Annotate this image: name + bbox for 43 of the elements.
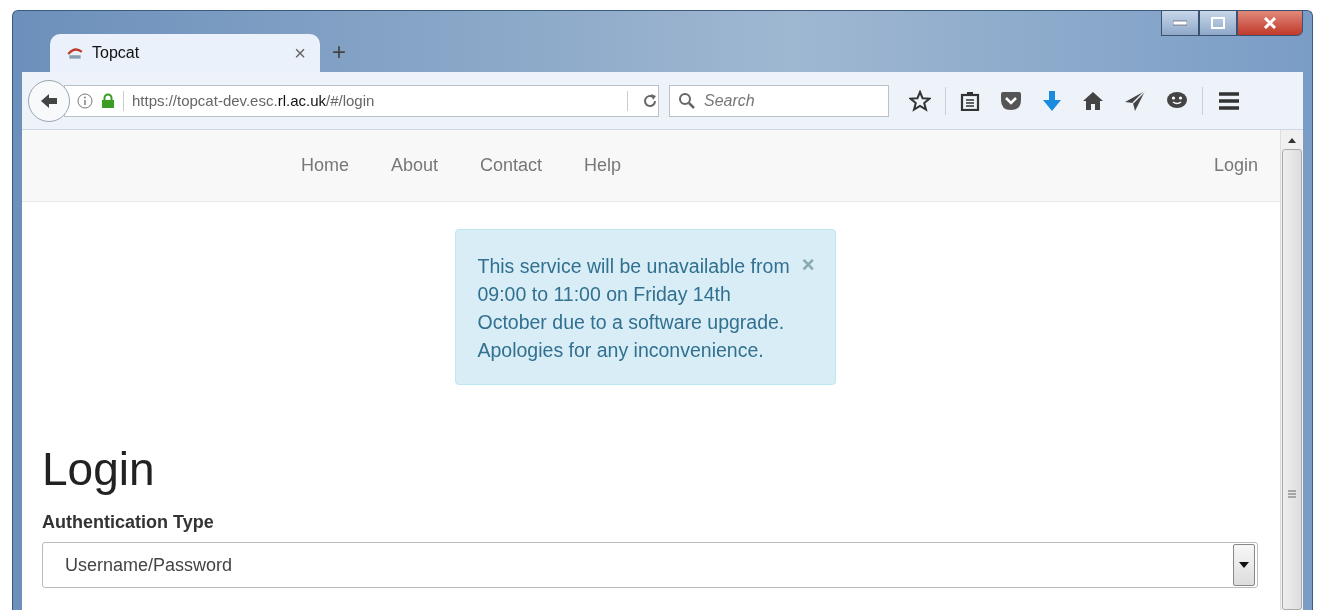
- minimize-button[interactable]: [1161, 10, 1199, 36]
- star-icon[interactable]: [909, 89, 931, 112]
- reload-icon[interactable]: [642, 92, 658, 109]
- paper-plane-icon[interactable]: [1124, 89, 1146, 112]
- minimize-icon: [1173, 20, 1187, 26]
- download-icon[interactable]: [1042, 89, 1062, 112]
- nav-link[interactable]: About: [391, 155, 439, 176]
- clipboard-icon[interactable]: [960, 90, 980, 111]
- scrollbar[interactable]: [1280, 130, 1303, 610]
- info-icon: [77, 92, 93, 109]
- grip-icon: [1288, 490, 1296, 498]
- login-link[interactable]: Login: [1213, 155, 1258, 176]
- authentication-select[interactable]: Username/Password: [42, 542, 1258, 588]
- search-field[interactable]: Search: [669, 84, 889, 117]
- field-label: Authentication Type: [42, 512, 215, 533]
- nav-link[interactable]: Home: [301, 155, 349, 176]
- alert-message: This service will be unavailable from 09:00 to 11:00 on Friday 14th October due to a software upgrade. Apologies for any inconvenience.: [477, 254, 791, 363]
- close-button[interactable]: [1237, 10, 1303, 36]
- scrollbar-thumb[interactable]: [1282, 149, 1302, 610]
- back-button[interactable]: [28, 79, 70, 122]
- close-tab-button[interactable]: ×: [294, 41, 306, 65]
- menu-icon[interactable]: [1217, 90, 1241, 111]
- nav-link[interactable]: Contact: [480, 155, 543, 176]
- lock-icon: [101, 92, 115, 109]
- browser-tab[interactable]: Topcat ×: [50, 34, 320, 72]
- page-heading: Login: [42, 442, 156, 497]
- scroll-up-icon[interactable]: [1288, 138, 1296, 143]
- dropdown-button[interactable]: [1233, 544, 1255, 586]
- back-arrow-icon: [39, 91, 59, 110]
- url-text: https://topcat-dev.esc.rl.ac.uk/#/login: [132, 92, 376, 109]
- caret-icon: [1239, 562, 1249, 568]
- maximize-button[interactable]: [1199, 10, 1237, 36]
- close-icon: [1262, 17, 1278, 29]
- chat-icon[interactable]: [1166, 90, 1188, 111]
- pocket-icon[interactable]: [1000, 90, 1022, 111]
- new-tab-button[interactable]: +: [332, 38, 346, 72]
- tab-title: Topcat: [92, 44, 141, 62]
- nav-link[interactable]: Help: [584, 155, 622, 176]
- maximize-icon: [1211, 17, 1225, 29]
- address-bar[interactable]: https://topcat-dev.esc.rl.ac.uk/#/login: [64, 84, 659, 117]
- search-icon: [678, 91, 696, 110]
- home-icon[interactable]: [1082, 90, 1104, 111]
- search-placeholder: Search: [704, 91, 755, 110]
